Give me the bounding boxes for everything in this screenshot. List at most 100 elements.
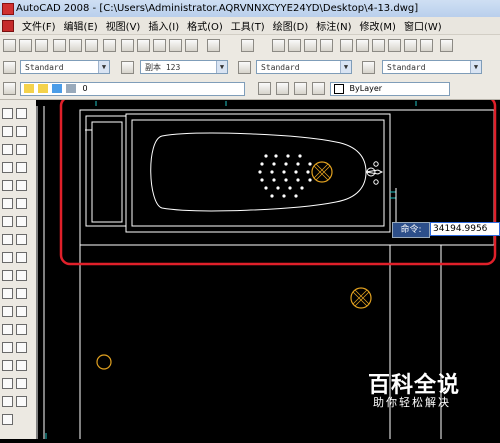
ellipse-icon[interactable] [2,270,13,281]
cut-icon[interactable] [121,39,134,52]
text-style-icon[interactable] [3,61,16,74]
spline-icon[interactable] [2,252,13,263]
menu-draw[interactable]: 绘图(D) [269,18,313,33]
dim-style-select[interactable]: 副本 123 ▼ [140,60,228,74]
ellipse-arc-icon[interactable] [2,288,13,299]
menu-bar: 文件(F) 编辑(E) 视图(V) 插入(I) 格式(O) 工具(T) 绘图(D… [0,17,500,35]
chevron-down-icon[interactable]: ▼ [216,61,227,73]
break-icon[interactable] [16,306,27,317]
properties-small-icon[interactable] [16,396,27,407]
mleader-style-select[interactable]: Standard ▼ [382,60,482,74]
document-menu-icon[interactable] [2,19,14,32]
properties-toggle-icon[interactable] [312,82,325,95]
insert-block-icon[interactable] [2,306,13,317]
zoom-previous-icon[interactable] [320,39,333,52]
trim-icon[interactable] [16,270,27,281]
tool-palettes-icon[interactable] [372,39,385,52]
open-icon[interactable] [19,39,32,52]
menu-file[interactable]: 文件(F) [18,18,60,33]
pan-icon[interactable] [272,39,285,52]
circle-icon[interactable] [2,216,13,227]
command-prompt-label: 命令: [392,222,430,238]
menu-window[interactable]: 窗口(W) [400,18,446,33]
chamfer-icon[interactable] [16,342,27,353]
zoom-realtime-icon[interactable] [288,39,301,52]
revision-cloud-icon[interactable] [2,234,13,245]
watermark-subtitle: 助你轻松解决 [373,396,451,409]
properties-icon[interactable] [340,39,353,52]
current-layer-value: 0 [82,84,88,93]
chevron-down-icon[interactable]: ▼ [340,61,351,73]
layer-state-icons [24,84,80,93]
match-properties-icon[interactable] [169,39,182,52]
print-preview-icon[interactable] [69,39,82,52]
help-icon[interactable] [440,39,453,52]
menu-tools[interactable]: 工具(T) [227,18,269,33]
sheet-set-icon[interactable] [388,39,401,52]
stretch-icon[interactable] [16,252,27,263]
mirror-icon[interactable] [16,144,27,155]
layer-previous-icon[interactable] [276,82,289,95]
layer-select[interactable]: 0 [20,82,245,96]
paste-icon[interactable] [153,39,166,52]
chevron-down-icon[interactable]: ▼ [98,61,109,73]
erase-icon[interactable] [16,108,27,119]
polyline-icon[interactable] [2,144,13,155]
make-block-icon[interactable] [2,324,13,335]
copy-object-icon[interactable] [16,126,27,137]
dim-style-value: 副本 123 [145,63,181,72]
table-style-icon[interactable] [238,61,251,74]
print-icon[interactable] [53,39,66,52]
scale-icon[interactable] [16,234,27,245]
save-icon[interactable] [35,39,48,52]
layer-manager-icon[interactable] [3,82,16,95]
gradient-icon[interactable] [2,378,13,389]
line-icon[interactable] [2,108,13,119]
menu-view[interactable]: 视图(V) [102,18,145,33]
quickcalc-icon[interactable] [420,39,433,52]
autocad-app-icon[interactable] [2,2,14,15]
construction-line-icon[interactable] [2,126,13,137]
region-icon[interactable] [2,396,13,407]
point-icon[interactable] [2,342,13,353]
new-icon[interactable] [3,39,16,52]
offset-icon[interactable] [16,162,27,173]
color-select[interactable]: ByLayer [330,82,450,96]
command-input[interactable]: 34194.9956 [430,222,500,236]
3d-publish-icon[interactable] [103,39,116,52]
copy-icon[interactable] [137,39,150,52]
block-editor-icon[interactable] [185,39,198,52]
array-icon[interactable] [16,180,27,191]
mleader-style-icon[interactable] [362,61,375,74]
multiline-text-icon[interactable] [2,414,13,425]
undo-icon[interactable] [207,39,220,52]
design-center-icon[interactable] [356,39,369,52]
hatch-icon[interactable] [2,360,13,371]
redo-icon[interactable] [241,39,254,52]
zoom-window-icon[interactable] [304,39,317,52]
publish-icon[interactable] [85,39,98,52]
menu-edit[interactable]: 编辑(E) [60,18,102,33]
layer-states-icon[interactable] [294,82,307,95]
make-layer-current-icon[interactable] [258,82,271,95]
menu-format[interactable]: 格式(O) [183,18,227,33]
color-value: ByLayer [349,84,383,93]
chevron-down-icon[interactable]: ▼ [470,61,481,73]
table-style-select[interactable]: Standard ▼ [256,60,352,74]
menu-insert[interactable]: 插入(I) [144,18,183,33]
polygon-icon[interactable] [2,162,13,173]
text-style-select[interactable]: Standard ▼ [20,60,110,74]
rectangle-icon[interactable] [2,180,13,191]
join-icon[interactable] [16,324,27,335]
explode-icon[interactable] [16,378,27,389]
menu-dimension[interactable]: 标注(N) [312,18,355,33]
rotate-icon[interactable] [16,216,27,227]
text-style-value: Standard [25,63,64,72]
markup-icon[interactable] [404,39,417,52]
arc-icon[interactable] [2,198,13,209]
move-icon[interactable] [16,198,27,209]
menu-modify[interactable]: 修改(M) [356,18,400,33]
fillet-icon[interactable] [16,360,27,371]
dim-style-icon[interactable] [121,61,134,74]
extend-icon[interactable] [16,288,27,299]
